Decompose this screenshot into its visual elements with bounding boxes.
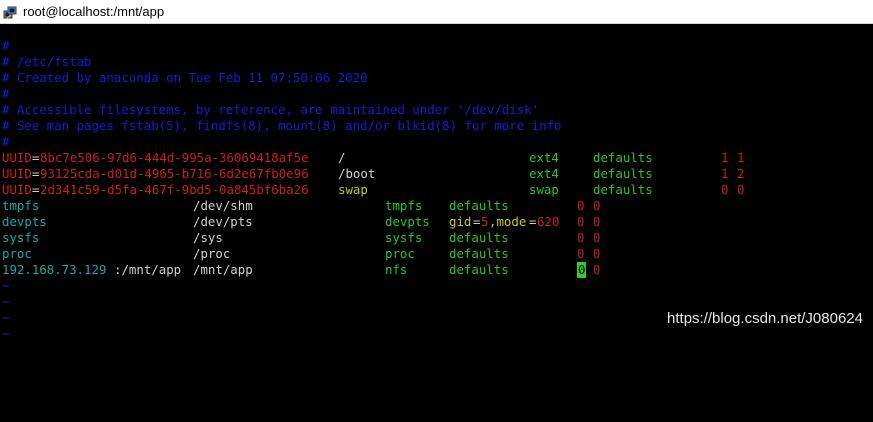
device-name: proc <box>2 246 32 261</box>
mount-point: /sys <box>193 230 223 245</box>
window-title: root@localhost:/mnt/app <box>23 4 165 19</box>
mount-point: /proc <box>193 246 231 261</box>
empty-line-tilde: ~ <box>2 294 10 309</box>
watermark: https://blog.csdn.net/J080624 <box>667 310 863 327</box>
fstab-entry: sysfs /sys sysfs defaults 0 0 <box>2 230 862 246</box>
fs-type: ext4 <box>529 150 559 165</box>
equals-sign: = <box>32 182 40 197</box>
device-name: devpts <box>2 214 47 229</box>
fs-type: tmpfs <box>385 198 423 213</box>
empty-line-tilde: ~ <box>2 278 10 293</box>
mount-option-value: 620 <box>537 214 560 229</box>
comment-line: # Created by anaconda on Tue Feb 11 07:5… <box>2 70 368 85</box>
nfs-export-path: :/mnt/app <box>114 262 182 277</box>
nfs-server-address: 192.168.73.129 <box>2 262 107 277</box>
pass-field: 0 <box>593 230 601 245</box>
fstab-entry: UUID = 8bc7e506-97d6-444d-995a-36069418a… <box>2 150 862 166</box>
fs-type: proc <box>385 246 415 261</box>
pass-field: 0 <box>593 214 601 229</box>
comment-line: # <box>2 134 10 149</box>
device-name: sysfs <box>2 230 40 245</box>
mount-point: /dev/shm <box>193 198 253 213</box>
comment-line: # See man pages fstab(5), findfs(8), mou… <box>2 118 562 133</box>
pass-field: 2 <box>737 166 745 181</box>
fs-type: sysfs <box>385 230 423 245</box>
equals-sign: = <box>529 214 537 229</box>
uuid-value: 2d341c59-d5fa-467f-9bd5-0a845bf6ba26 <box>40 182 309 197</box>
dump-field: 0 <box>577 198 585 213</box>
mount-point: swap <box>338 182 368 197</box>
comment-line: # Accessible filesystems, by reference, … <box>2 102 540 117</box>
mount-option-value: 5 <box>481 214 489 229</box>
fstab-entry: devpts /dev/pts devpts gid = 5 ,mode = 6… <box>2 214 862 230</box>
mount-point: / <box>338 150 346 165</box>
pass-field: 0 <box>593 246 601 261</box>
equals-sign: = <box>473 214 481 229</box>
mount-options: defaults <box>449 198 509 213</box>
fstab-entry: 192.168.73.129 :/mnt/app /mnt/app nfs de… <box>2 262 862 278</box>
mount-option-key: gid <box>449 214 472 229</box>
uuid-key: UUID <box>2 166 32 181</box>
mount-point: /mnt/app <box>193 262 253 277</box>
mount-options: defaults <box>593 166 653 181</box>
mount-options: defaults <box>449 230 509 245</box>
device-name: tmpfs <box>2 198 40 213</box>
mount-options: defaults <box>593 150 653 165</box>
comment-line: # <box>2 38 10 53</box>
mount-point: /dev/pts <box>193 214 253 229</box>
fstab-entry: proc /proc proc defaults 0 0 <box>2 246 862 262</box>
dump-field: 0 <box>721 182 729 197</box>
terminal-screen[interactable]: # # /etc/fstab # Created by anaconda on … <box>0 24 873 341</box>
pass-field: 0 <box>593 262 601 277</box>
dump-field: 0 <box>577 214 585 229</box>
uuid-value: 93125cda-d01d-4965-b716-6d2e67fb0e96 <box>40 166 309 181</box>
equals-sign: = <box>32 150 40 165</box>
window-titlebar[interactable]: root@localhost:/mnt/app <box>0 0 873 24</box>
mount-options: defaults <box>593 182 653 197</box>
fstab-entry: UUID = 2d341c59-d5fa-467f-9bd5-0a845bf6b… <box>2 182 862 198</box>
fs-type: ext4 <box>529 166 559 181</box>
uuid-key: UUID <box>2 182 32 197</box>
pass-field: 0 <box>737 182 745 197</box>
dump-field: 0 <box>577 246 585 261</box>
comment-line: # /etc/fstab <box>2 54 92 69</box>
fs-type: swap <box>529 182 559 197</box>
pass-field: 0 <box>593 198 601 213</box>
dump-field: 0 <box>577 230 585 245</box>
pass-field: 1 <box>737 150 745 165</box>
putty-terminal-icon <box>3 5 17 19</box>
fs-type: devpts <box>385 214 430 229</box>
dump-field: 1 <box>721 166 729 181</box>
equals-sign: = <box>32 166 40 181</box>
uuid-key: UUID <box>2 150 32 165</box>
uuid-value: 8bc7e506-97d6-444d-995a-36069418af5e <box>40 150 309 165</box>
fs-type: nfs <box>385 262 408 277</box>
comment-line: # <box>2 86 10 101</box>
empty-line-tilde: ~ <box>2 310 10 325</box>
fstab-entry: UUID = 93125cda-d01d-4965-b716-6d2e67fb0… <box>2 166 862 182</box>
mount-options: defaults <box>449 262 509 277</box>
mount-option-key: ,mode <box>489 214 527 229</box>
mount-point: /boot <box>338 166 376 181</box>
fstab-entry: tmpfs /dev/shm tmpfs defaults 0 0 <box>2 198 862 214</box>
text-cursor[interactable]: 0 <box>577 262 587 278</box>
dump-field: 1 <box>721 150 729 165</box>
mount-options: defaults <box>449 246 509 261</box>
